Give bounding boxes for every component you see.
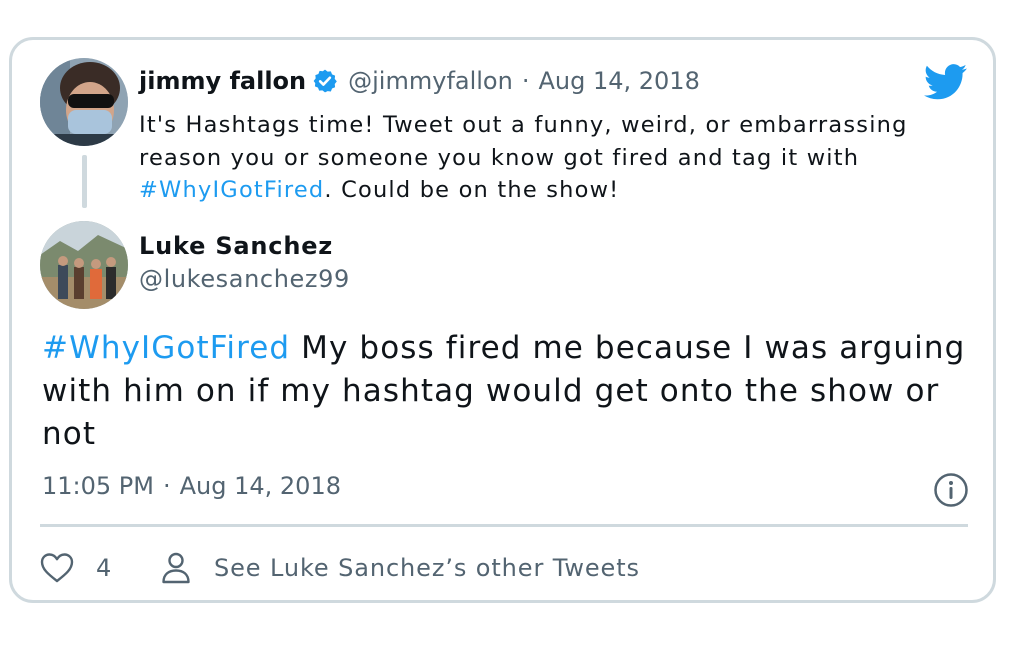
reply-author-name[interactable]: Luke Sanchez <box>139 232 333 260</box>
heart-icon <box>40 552 74 584</box>
parent-tweet-text-start: It's Hashtags time! Tweet out a funny, w… <box>139 112 908 171</box>
parent-author-handle[interactable]: @jimmyfallon <box>348 67 513 95</box>
actions-divider <box>40 524 968 527</box>
parent-tweet-text: It's Hashtags time! Tweet out a funny, w… <box>139 109 939 207</box>
reply-author-avatar[interactable] <box>40 221 128 309</box>
parent-tweet-header: jimmy fallon @jimmyfallon · Aug 14, 2018 <box>139 64 700 98</box>
timestamp-separator: · <box>162 472 171 500</box>
parent-author-name[interactable]: jimmy fallon <box>139 67 306 95</box>
tweet-date: Aug 14, 2018 <box>179 472 341 500</box>
thread-connector-line <box>82 155 87 208</box>
like-count: 4 <box>96 554 112 582</box>
see-other-tweets-link[interactable]: See Luke Sanchez’s other Tweets <box>160 548 640 588</box>
separator-dot: · <box>521 67 530 95</box>
parent-tweet-date[interactable]: Aug 14, 2018 <box>538 67 699 95</box>
parent-tweet-text-end: . Could be on the show! <box>324 177 620 203</box>
tweet-time: 11:05 PM <box>42 472 154 500</box>
like-button[interactable]: 4 <box>40 548 111 588</box>
reply-author-handle[interactable]: @lukesanchez99 <box>139 265 350 293</box>
parent-author-avatar[interactable] <box>40 58 128 146</box>
reply-tweet-text: #WhyIGotFired My boss fired me because I… <box>42 327 982 456</box>
info-icon[interactable] <box>933 472 969 508</box>
verified-badge-icon <box>312 68 338 94</box>
see-other-tweets-label: See Luke Sanchez’s other Tweets <box>214 554 640 582</box>
reply-hashtag-link[interactable]: #WhyIGotFired <box>42 330 290 366</box>
person-icon <box>160 551 192 585</box>
tweet-timestamp[interactable]: 11:05 PM · Aug 14, 2018 <box>42 472 341 500</box>
parent-hashtag-link[interactable]: #WhyIGotFired <box>139 177 324 203</box>
twitter-bird-icon[interactable] <box>923 64 968 100</box>
